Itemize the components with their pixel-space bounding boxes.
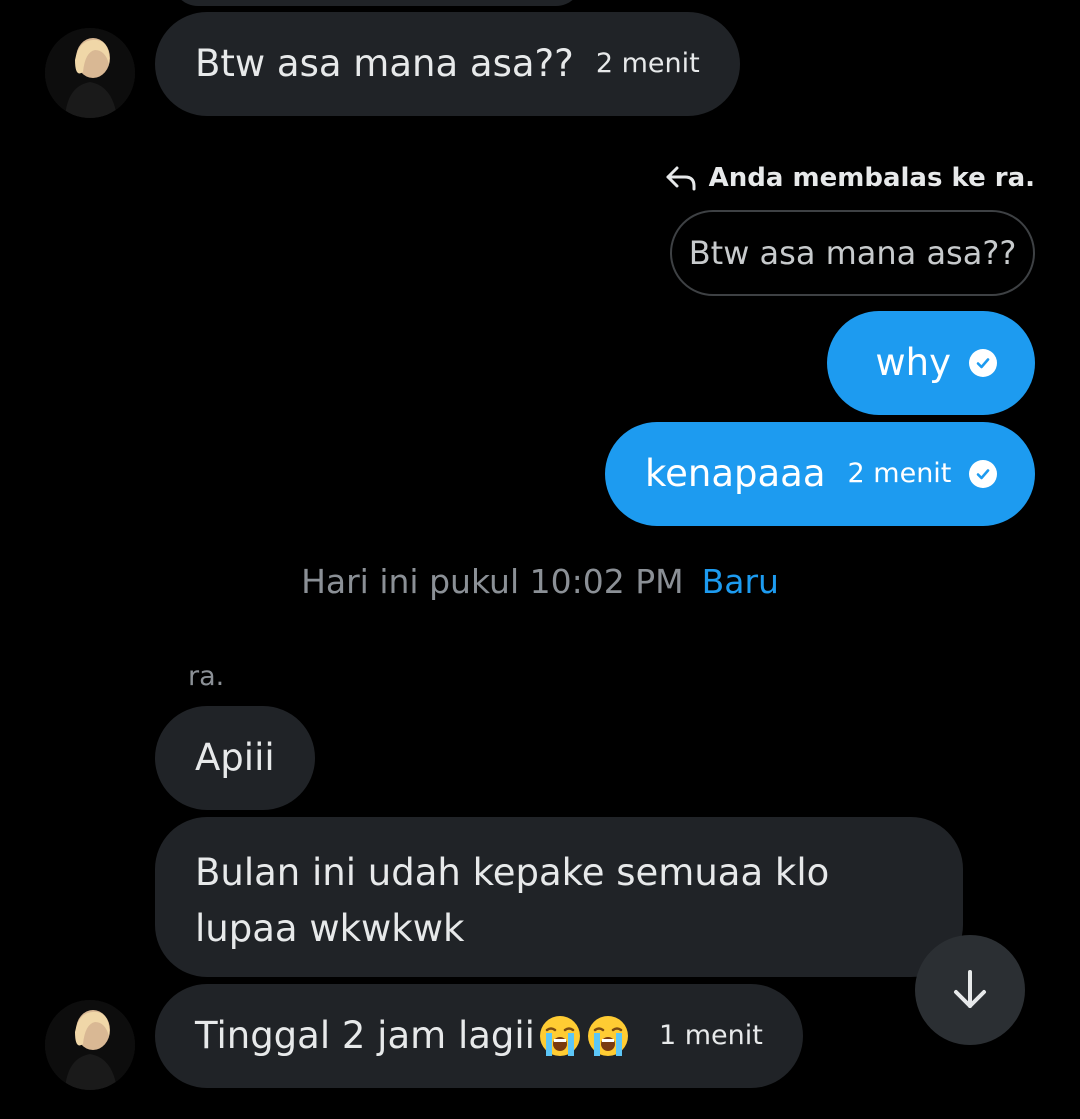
message-text: Apiii <box>195 736 275 780</box>
message-text: Btw asa mana asa?? <box>195 42 574 86</box>
message-bubble-outgoing[interactable]: kenapaaa 2 menit <box>605 422 1035 526</box>
reply-label-text: Anda membalas ke ra. <box>708 163 1035 193</box>
message-bubble-incoming[interactable]: Tinggal 2 jam lagii 1 menit <box>155 984 803 1088</box>
message-text: Tinggal 2 jam lagii <box>195 1014 535 1058</box>
arrow-down-icon <box>954 970 986 1008</box>
dm-conversation: Btw asa mana asa?? 2 menit Anda membalas… <box>0 0 1080 1119</box>
avatar-image <box>45 28 135 118</box>
message-bubble-incoming[interactable]: Apiii <box>155 706 315 810</box>
reply-context-label: Anda membalas ke ra. <box>665 163 1035 193</box>
reply-arrow-icon <box>666 166 696 191</box>
message-text: Bulan ini udah kepake semuaa klo lupaa w… <box>195 851 830 950</box>
message-time: 1 menit <box>658 1019 763 1051</box>
message-bubble-outgoing[interactable]: why <box>827 311 1035 415</box>
avatar-image <box>45 1000 135 1090</box>
sender-name: ra. <box>188 661 225 692</box>
loudly-crying-face-emoji <box>587 1016 628 1056</box>
message-bubble-incoming[interactable]: Btw asa mana asa?? 2 menit <box>155 12 740 116</box>
avatar[interactable] <box>45 28 135 118</box>
message-time: 2 menit <box>595 47 700 79</box>
timestamp-text: Hari ini pukul 10:02 PM <box>301 562 684 601</box>
check-circle-icon <box>969 460 997 488</box>
previous-message-bubble-edge <box>172 0 582 6</box>
message-time: 2 menit <box>847 457 952 489</box>
scroll-to-bottom-button[interactable] <box>915 935 1025 1045</box>
date-divider: Hari ini pukul 10:02 PM Baru <box>0 562 1080 601</box>
quoted-message[interactable]: Btw asa mana asa?? <box>670 210 1035 296</box>
avatar[interactable] <box>45 1000 135 1090</box>
message-bubble-incoming[interactable]: Bulan ini udah kepake semuaa klo lupaa w… <box>155 817 963 977</box>
message-text: kenapaaa <box>645 452 826 496</box>
loudly-crying-face-emoji <box>539 1016 580 1056</box>
check-circle-icon <box>969 349 997 377</box>
new-messages-label: Baru <box>701 562 779 601</box>
quoted-message-text: Btw asa mana asa?? <box>688 234 1017 272</box>
message-text: why <box>875 341 951 385</box>
